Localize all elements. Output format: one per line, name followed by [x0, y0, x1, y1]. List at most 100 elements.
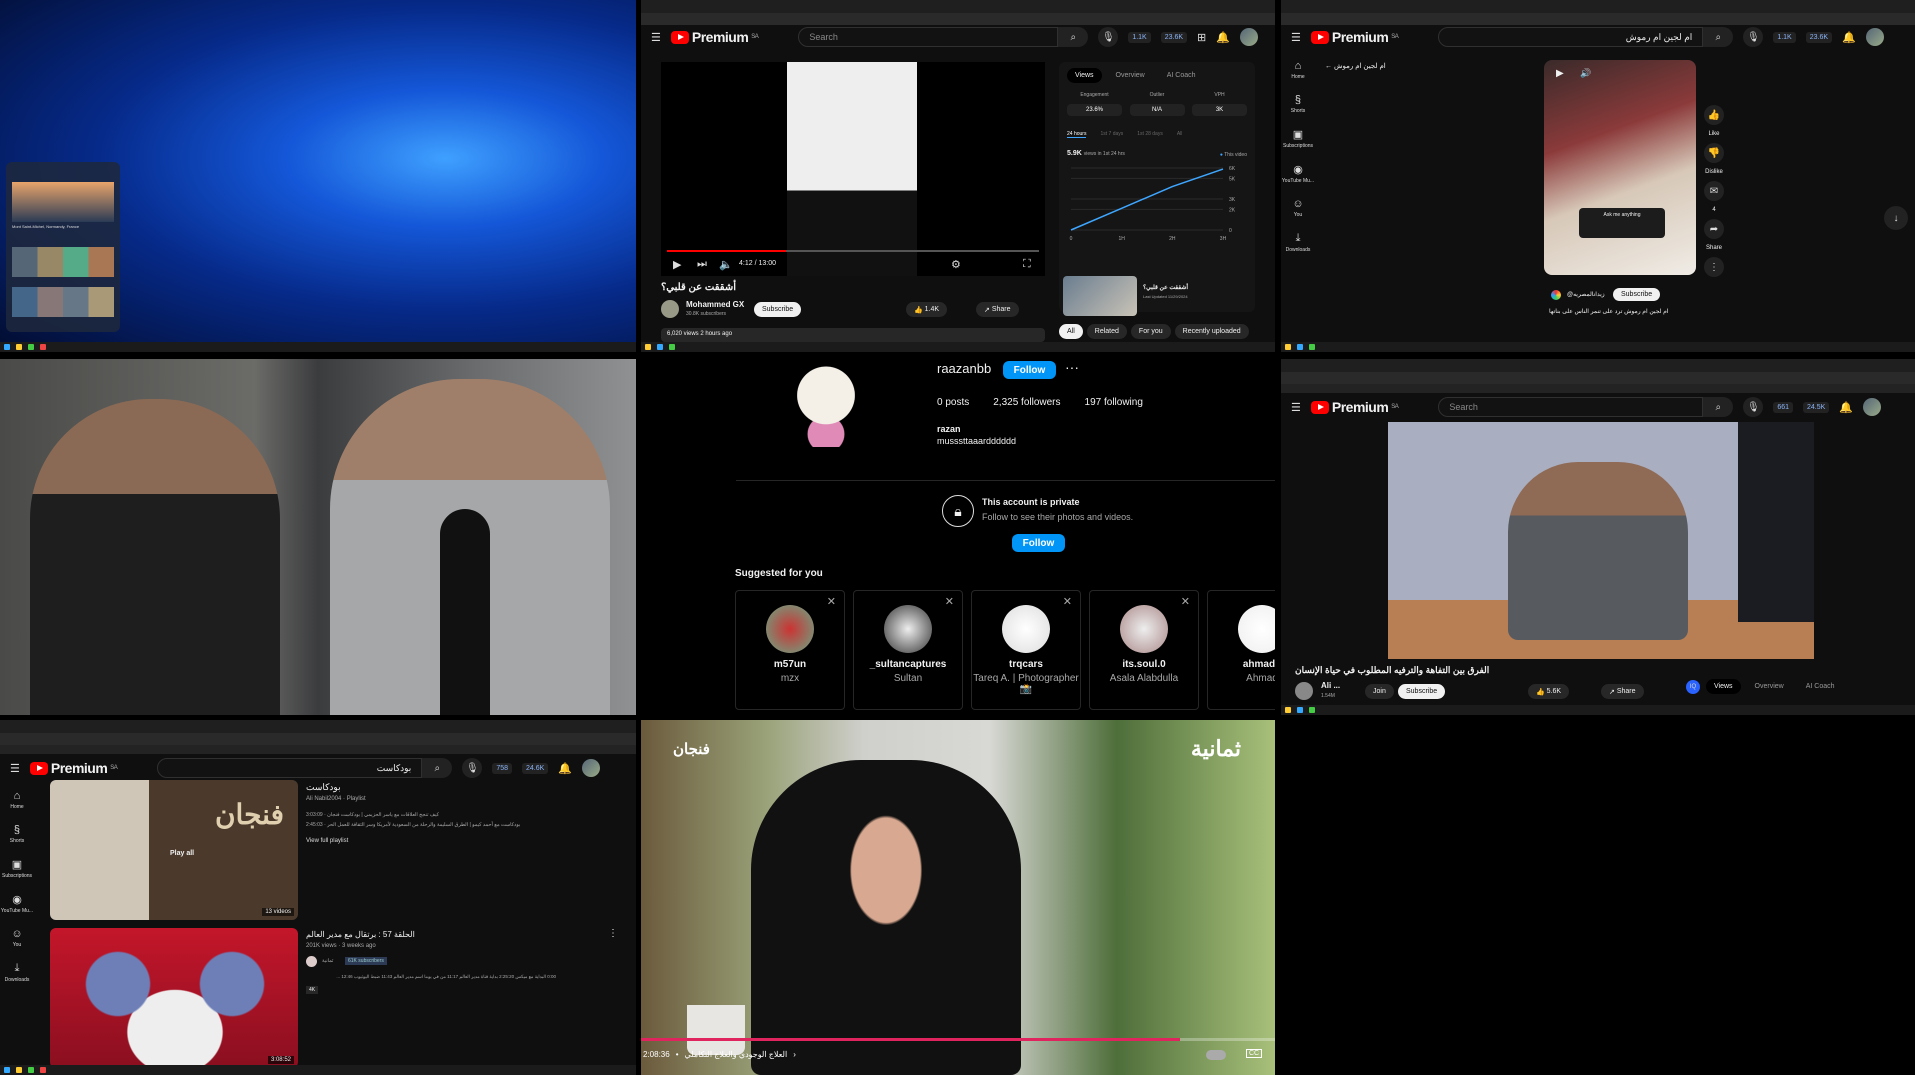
sidebar-item-home[interactable]: ⌂ Home: [10, 790, 23, 810]
menu-icon[interactable]: ☰: [651, 31, 661, 44]
back-link[interactable]: ← ام لجين ام رموش: [1325, 62, 1386, 70]
next-short-arrow-icon[interactable]: ↓: [1884, 206, 1908, 230]
playlist-item[interactable]: كيف تنجح العلاقات مع ياسر الحزيمي | بودك…: [306, 812, 439, 818]
share-icon[interactable]: ➦: [1704, 219, 1724, 239]
address-bar[interactable]: [1281, 372, 1915, 384]
captions-button[interactable]: CC: [1246, 1049, 1263, 1058]
channel-avatar[interactable]: [1295, 682, 1313, 700]
sidebar-item-downloads[interactable]: ⤓ Downloads: [5, 962, 30, 983]
autoplay-toggle[interactable]: [1206, 1050, 1226, 1060]
tab-ai-coach[interactable]: AI Coach: [1798, 679, 1843, 694]
search-icon[interactable]: ⌕: [1703, 397, 1734, 417]
short-channel-logo[interactable]: [1551, 290, 1561, 300]
tab-overview[interactable]: Overview: [1108, 68, 1153, 83]
tab-overview[interactable]: Overview: [1747, 679, 1792, 694]
sidebar-item-subscriptions[interactable]: ▣ Subscriptions: [2, 858, 32, 879]
chip-all[interactable]: All: [1059, 324, 1083, 339]
mic-icon[interactable]: 🎙: [462, 758, 483, 778]
channel-avatar[interactable]: [661, 300, 679, 318]
address-bar[interactable]: [0, 733, 636, 745]
subscribe-button[interactable]: Subscribe: [1613, 288, 1661, 301]
menu-icon[interactable]: ☰: [1291, 31, 1301, 44]
channel-avatar[interactable]: [306, 956, 317, 967]
create-icon[interactable]: ⊞: [1197, 31, 1206, 44]
mic-icon[interactable]: 🎙: [1743, 397, 1764, 417]
share-button[interactable]: ↗ Share: [976, 302, 1019, 317]
suggested-card[interactable]: ✕ m57un mzx: [735, 590, 845, 710]
description-box[interactable]: 6,020 views 2 hours ago: [661, 328, 1045, 342]
suggested-card[interactable]: ✕ _sultancaptures Sultan: [853, 590, 963, 710]
range-7d[interactable]: 1st 7 days: [1100, 131, 1123, 138]
chapter-title[interactable]: العلاج الوجودي والعلاج التكاملي: [685, 1050, 788, 1059]
chip-recently-uploaded[interactable]: Recently uploaded: [1174, 324, 1249, 339]
video-player[interactable]: [1388, 422, 1814, 659]
video-card-thumb[interactable]: [1063, 276, 1137, 316]
browser-tabs[interactable]: [1281, 359, 1915, 372]
tab-ai-coach[interactable]: AI Coach: [1159, 68, 1204, 83]
short-video[interactable]: ▶ 🔊 Ask me anything: [1544, 60, 1696, 275]
more-icon[interactable]: ⋮: [608, 928, 618, 939]
avatar[interactable]: [1239, 28, 1258, 46]
search-input[interactable]: بودكاست: [157, 758, 423, 778]
suggested-username[interactable]: its.soul.0: [1090, 659, 1198, 670]
subscribe-button[interactable]: Subscribe: [1398, 684, 1446, 699]
menu-icon[interactable]: ☰: [10, 762, 20, 775]
widget-image[interactable]: [12, 182, 114, 222]
settings-icon[interactable]: ⚙: [951, 258, 961, 271]
sidebar-item-shorts[interactable]: § Shorts: [1291, 94, 1305, 114]
sidebar-item-you[interactable]: ☺ You: [11, 928, 22, 948]
video-title[interactable]: الحلقة 57 : برتقال مع مدير العالم: [306, 930, 415, 939]
search-icon[interactable]: ⌕: [1703, 27, 1734, 47]
suggested-avatar[interactable]: [766, 605, 814, 653]
video-player[interactable]: ▶ ⏭ 🔈 4:12 / 13:00 ⚙ ⛶: [661, 62, 1045, 276]
widgets-board[interactable]: Mont Saint-Michel, Normandy, France: [6, 162, 120, 332]
dismiss-icon[interactable]: ✕: [945, 595, 954, 608]
fullscreen-video-panel[interactable]: فنجان ثمانية 2:08:36 • العلاج الوجودي وا…: [641, 720, 1275, 1075]
fullscreen-icon[interactable]: ⛶: [1023, 258, 1031, 271]
browser-tabs[interactable]: [641, 0, 1275, 13]
subscribe-button[interactable]: Subscribe: [754, 302, 802, 317]
avatar[interactable]: [1865, 28, 1884, 46]
suggested-username[interactable]: m57un: [736, 659, 844, 670]
browser-tabs[interactable]: [0, 720, 636, 733]
range-24h[interactable]: 24 hours: [1067, 131, 1087, 138]
bell-icon[interactable]: 🔔: [1842, 31, 1856, 44]
podcast-video-panel[interactable]: [0, 359, 636, 715]
sidebar-item-downloads[interactable]: ⤓ Downloads: [1286, 232, 1311, 253]
play-all-label[interactable]: Play all: [170, 850, 194, 857]
sidebar-item-subscriptions[interactable]: ▣ Subscriptions: [1283, 128, 1313, 149]
share-button[interactable]: ↗ Share: [1601, 684, 1644, 699]
mic-icon[interactable]: 🎙: [1098, 27, 1119, 47]
dislike-icon[interactable]: 👎: [1704, 143, 1724, 163]
youtube-logo[interactable]: Premium SA: [670, 29, 759, 45]
playlist-title[interactable]: بودكاست: [306, 782, 341, 793]
sidebar-item-music[interactable]: ◉ YouTube Mu...: [1282, 163, 1314, 184]
playlist-item[interactable]: بودكاست مع أحمد كيمو | الطرق السليمة وال…: [306, 822, 520, 828]
search-icon[interactable]: ⌕: [422, 758, 453, 778]
sidebar-item-home[interactable]: ⌂ Home: [1291, 60, 1304, 80]
channel-name[interactable]: Ali ...: [1321, 681, 1340, 690]
follow-button[interactable]: Follow: [1012, 534, 1065, 552]
volume-icon[interactable]: 🔈: [719, 258, 733, 271]
mic-icon[interactable]: 🎙: [1743, 27, 1764, 47]
dismiss-icon[interactable]: ✕: [827, 595, 836, 608]
playlist-thumbnail[interactable]: فنجان Play all 13 videos: [50, 780, 298, 920]
following-count[interactable]: 197 following: [1085, 397, 1143, 408]
suggested-username[interactable]: _sultancaptures: [854, 659, 962, 670]
range-28d[interactable]: 1st 28 days: [1137, 131, 1163, 138]
channel-name[interactable]: Mohammed GX: [686, 300, 744, 309]
more-icon[interactable]: ⋮: [1704, 257, 1724, 277]
channel-name[interactable]: ثمانية: [322, 958, 333, 964]
suggested-avatar[interactable]: [1120, 605, 1168, 653]
avatar[interactable]: [1863, 398, 1881, 416]
analytics-icon[interactable]: IQ: [1686, 679, 1700, 694]
more-options-icon[interactable]: ···: [1065, 359, 1079, 375]
suggested-avatar[interactable]: [1002, 605, 1050, 653]
progress-track[interactable]: [667, 250, 1039, 252]
join-button[interactable]: Join: [1365, 684, 1394, 699]
suggested-card[interactable]: ✕ trqcars Tareq A. | Photographer 📸: [971, 590, 1081, 710]
sidebar-item-music[interactable]: ◉ YouTube Mu...: [1, 893, 33, 914]
play-icon[interactable]: ▶: [673, 258, 681, 271]
bell-icon[interactable]: 🔔: [1216, 31, 1230, 44]
dismiss-icon[interactable]: ✕: [1181, 595, 1190, 608]
